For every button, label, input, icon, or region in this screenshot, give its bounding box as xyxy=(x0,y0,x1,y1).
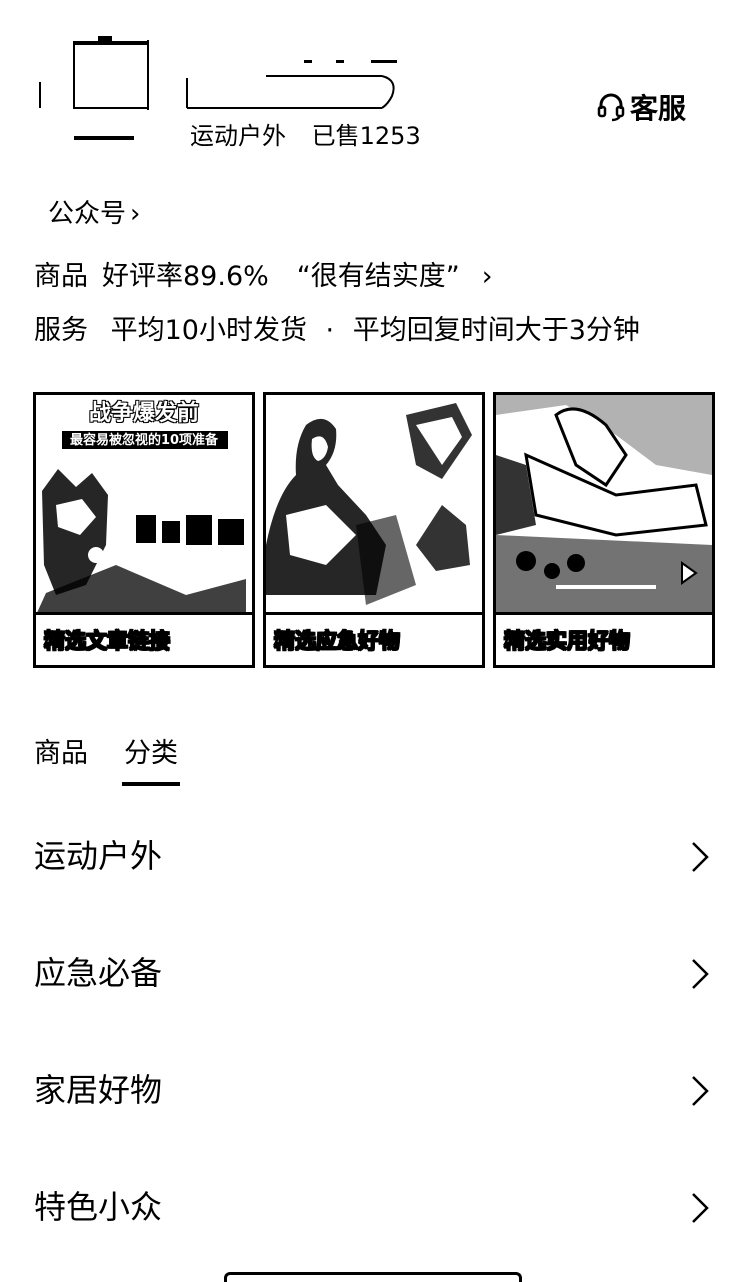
customer-service-button[interactable]: 客服 xyxy=(596,88,686,126)
chevron-right-icon xyxy=(692,1076,709,1106)
category-item-outdoor[interactable]: 运动户外 xyxy=(0,798,746,898)
category-item-home[interactable]: 家居好物 xyxy=(0,1032,746,1132)
chevron-right-icon: › xyxy=(481,261,493,292)
category-label: 特色小众 xyxy=(34,1188,163,1226)
shop-name-image xyxy=(186,60,397,109)
tab-bar: 商品 分类 xyxy=(34,736,180,786)
shop-name xyxy=(186,60,401,112)
reply-time: 平均回复时间大于3分钟 xyxy=(352,315,640,346)
card-caption: 精选实用好物 xyxy=(504,629,631,654)
ship-time: 平均10小时发货 xyxy=(110,315,307,346)
official-account-link[interactable]: 公众号 › xyxy=(48,196,140,232)
card-image-emergency xyxy=(266,403,472,605)
category-label: 运动户外 xyxy=(34,837,163,875)
tab-categories[interactable]: 分类 xyxy=(122,736,180,786)
chevron-right-icon: › xyxy=(130,199,141,229)
official-account-label: 公众号 xyxy=(48,199,127,229)
service-label: 服务 xyxy=(34,315,88,346)
chevron-right-icon xyxy=(692,842,709,872)
promo-card-emergency[interactable]: 精选应急好物 xyxy=(263,392,485,668)
shop-header: 运动户外 已售1253 客服 xyxy=(0,0,746,175)
headset-icon xyxy=(597,93,625,122)
category-label: 应急必备 xyxy=(34,954,163,992)
category-item-emergency[interactable]: 应急必备 xyxy=(0,915,746,1015)
card-caption-bar: 精选文章链接 xyxy=(36,612,252,665)
card-caption: 精选文章链接 xyxy=(44,629,171,654)
chevron-right-icon xyxy=(692,959,709,989)
promo-card-articles[interactable]: 战争爆发前 最容易被忽视的10项准备 精选文章链接 xyxy=(33,392,255,668)
product-rating-row[interactable]: 商品 好评率89.6% “很有结实度” › xyxy=(34,258,493,296)
card-caption: 精选应急好物 xyxy=(274,629,401,654)
shop-logo[interactable] xyxy=(38,36,150,148)
card-caption-bar: 精选应急好物 xyxy=(266,612,482,665)
separator-dot: · xyxy=(325,315,335,346)
tab-products[interactable]: 商品 xyxy=(34,736,88,772)
shop-category: 运动户外 xyxy=(190,122,286,150)
card-image-war xyxy=(36,395,252,615)
home-indicator xyxy=(224,1272,522,1282)
category-item-niche[interactable]: 特色小众 xyxy=(0,1149,746,1249)
shop-meta: 运动户外 已售1253 xyxy=(190,120,421,152)
category-label: 家居好物 xyxy=(34,1071,163,1109)
promo-card-practical[interactable]: 精选实用好物 xyxy=(493,392,715,668)
chevron-right-icon xyxy=(692,1193,709,1223)
service-info-row: 服务 平均10小时发货 · 平均回复时间大于3分钟 xyxy=(34,312,640,350)
rating-value: 好评率89.6% xyxy=(102,261,269,292)
card-banner-title: 战争爆发前 xyxy=(88,401,199,426)
promo-cards: 战争爆发前 最容易被忽视的10项准备 精选文章链接 精选应急好物 精选实用好物 xyxy=(33,392,715,668)
rating-label: 商品 xyxy=(34,261,88,292)
shop-sold-count: 已售1253 xyxy=(311,122,421,150)
card-caption-bar: 精选实用好物 xyxy=(496,612,712,665)
customer-service-label: 客服 xyxy=(630,92,687,125)
rating-quote: “很有结实度” xyxy=(296,261,460,292)
card-image-practical xyxy=(496,395,712,615)
card-banner-subtitle: 最容易被忽视的10项准备 xyxy=(69,433,219,448)
shop-logo-image xyxy=(39,36,149,140)
